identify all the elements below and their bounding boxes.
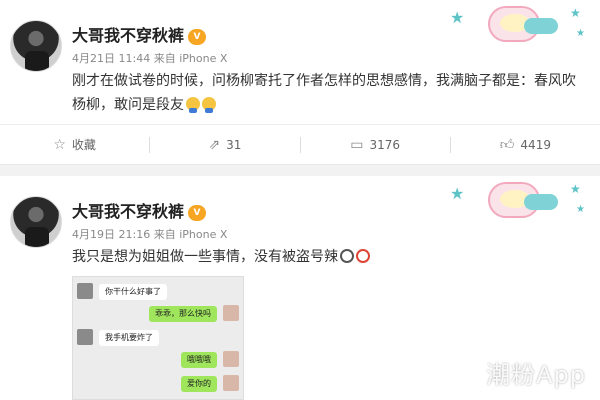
chat-message: 爱你的 — [181, 376, 217, 392]
like-button[interactable]: 👍︎ 4419 — [451, 125, 600, 164]
username[interactable]: 大哥我不穿秋裤 V — [72, 22, 207, 46]
emoji-icon — [202, 97, 216, 113]
like-count: 4419 — [520, 137, 551, 152]
post-meta: 4月19日 21:16 来自 iPhone X — [72, 226, 227, 242]
star-icon: ★ — [570, 6, 581, 20]
comment-button[interactable]: ▭ 3176 — [301, 125, 450, 164]
repost-count: 31 — [226, 137, 242, 152]
thumbs-up-icon: 👍︎ — [499, 137, 515, 153]
username[interactable]: 大哥我不穿秋裤 V — [72, 198, 207, 222]
fish-sticker-icon — [524, 18, 558, 34]
star-icon: ★ — [570, 182, 581, 196]
source-prefix: 来自 — [153, 52, 176, 65]
user-avatar[interactable] — [10, 196, 62, 248]
comment-icon: ▭ — [350, 136, 364, 153]
chat-message: 乖乖，那么快吗 — [149, 306, 217, 322]
post-content: 刚才在做试卷的时候，问杨柳寄托了作者怎样的思想感情，我满脑子都是：春风吹杨柳，敢… — [72, 69, 582, 117]
star-icon: ★ — [576, 28, 585, 39]
username-text[interactable]: 大哥我不穿秋裤 — [72, 202, 184, 221]
chat-avatar — [223, 351, 239, 367]
collect-button[interactable]: ☆ 收藏 — [0, 125, 149, 164]
vip-badge-icon: V — [188, 29, 207, 45]
card-decoration: ★ ★ ★ — [448, 4, 588, 44]
watermark: 潮粉App — [486, 361, 586, 389]
post-date[interactable]: 4月21日 11:44 — [72, 52, 150, 65]
post-date[interactable]: 4月19日 21:16 — [72, 228, 150, 241]
star-outline-icon: ☆ — [53, 136, 66, 153]
repost-icon: ⇗ — [208, 136, 221, 153]
post-source: iPhone X — [179, 228, 228, 241]
post-meta: 4月21日 11:44 来自 iPhone X — [72, 50, 227, 66]
username-text[interactable]: 大哥我不穿秋裤 — [72, 26, 184, 45]
chat-avatar — [223, 375, 239, 391]
comment-count: 3176 — [369, 137, 401, 152]
post-source: iPhone X — [179, 52, 228, 65]
chat-avatar — [77, 329, 93, 345]
card-decoration: ★ ★ ★ — [448, 180, 588, 220]
collect-label: 收藏 — [71, 138, 96, 152]
repost-button[interactable]: ⇗ 31 — [150, 125, 299, 164]
post-actions: ☆ 收藏 ⇗ 31 ▭ 3176 👍︎ 4419 — [0, 124, 600, 164]
star-icon: ★ — [576, 204, 585, 215]
vip-badge-icon: V — [188, 205, 207, 221]
chat-avatar — [223, 305, 239, 321]
laughing-face-icon — [340, 249, 354, 263]
chat-message: 我手机要炸了 — [99, 330, 159, 346]
chat-message: 哦哦哦 — [181, 352, 217, 368]
post-content: 我只是想为姐姐做一些事情，没有被盗号辣 — [72, 245, 582, 269]
star-icon: ★ — [450, 184, 465, 203]
source-prefix: 来自 — [153, 228, 176, 241]
chat-message: 你干什么好事了 — [99, 284, 167, 300]
chat-avatar — [77, 283, 93, 299]
user-avatar[interactable] — [10, 20, 62, 72]
emoji-icon — [186, 97, 200, 113]
post-text: 我只是想为姐姐做一些事情，没有被盗号辣 — [72, 249, 338, 265]
post-text: 刚才在做试卷的时候，问杨柳寄托了作者怎样的思想感情，我满脑子都是：春风吹杨柳，敢… — [72, 73, 576, 113]
post-separator — [0, 164, 600, 176]
laughing-face-icon — [356, 249, 370, 263]
star-icon: ★ — [450, 8, 465, 27]
weibo-post-1: 大哥我不穿秋裤 V 4月21日 11:44 来自 iPhone X ★ ★ ★ 刚… — [0, 0, 600, 153]
post-image-chat-screenshot[interactable]: 你干什么好事了 乖乖，那么快吗 我手机要炸了 哦哦哦 爱你的 — [72, 276, 244, 400]
fish-sticker-icon — [524, 194, 558, 210]
